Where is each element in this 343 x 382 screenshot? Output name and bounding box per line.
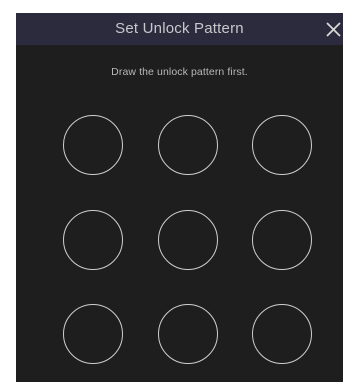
unlock-pattern-dialog: Set Unlock Pattern Draw the unlock patte… <box>16 13 343 382</box>
pattern-point-9[interactable] <box>252 304 312 364</box>
pattern-point-6[interactable] <box>252 210 312 270</box>
pattern-point-8[interactable] <box>158 304 218 364</box>
pattern-point-7[interactable] <box>63 304 123 364</box>
pattern-point-5[interactable] <box>158 210 218 270</box>
pattern-point-4[interactable] <box>63 210 123 270</box>
pattern-point-1[interactable] <box>63 115 123 175</box>
pattern-grid[interactable] <box>16 13 343 382</box>
pattern-point-3[interactable] <box>252 115 312 175</box>
pattern-point-2[interactable] <box>158 115 218 175</box>
